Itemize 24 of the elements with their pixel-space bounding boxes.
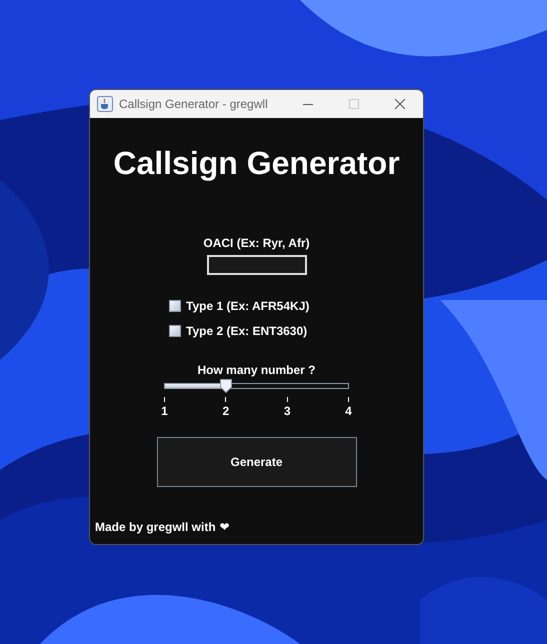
checkbox-label: Type 2 (Ex: ENT3630): [186, 323, 308, 340]
generate-button[interactable]: Generate: [156, 437, 356, 487]
footer-text: Made by gregwll with: [95, 519, 216, 536]
window-title: Callsign Generator - gregwll: [119, 96, 268, 113]
cup-icon: [97, 96, 113, 112]
tick-label: 2: [222, 404, 230, 418]
tick-mark: [164, 397, 165, 402]
checkbox[interactable]: [169, 325, 181, 337]
checkbox[interactable]: [169, 300, 181, 312]
oaci-field[interactable]: [206, 255, 306, 275]
heart-icon: ❤: [220, 521, 230, 533]
maximize-icon: [349, 99, 359, 109]
app-heading: Callsign Generator: [113, 147, 400, 179]
tick-label: 3: [284, 404, 290, 418]
close-icon: [395, 99, 405, 109]
tick-mark: [348, 397, 349, 402]
tick-label: 4: [345, 404, 352, 418]
oaci-label: OACI (Ex: Ryr, Afr): [203, 235, 310, 252]
slider-label: How many number ?: [197, 362, 316, 379]
tick-label: 1: [161, 404, 168, 418]
tick-mark: [225, 397, 226, 402]
slider-thumb[interactable]: [220, 379, 232, 393]
checkbox-label: Type 1 (Ex: AFR54KJ): [186, 298, 310, 315]
tick-mark: [286, 397, 288, 402]
